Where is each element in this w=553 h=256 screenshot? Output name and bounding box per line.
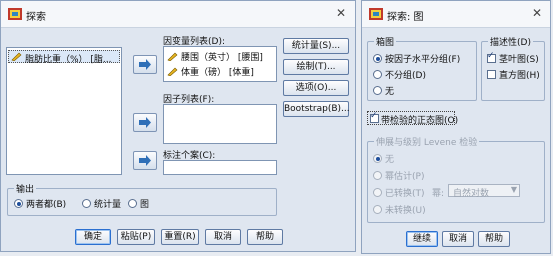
bootstrap-button[interactable]: Bootstrap(B)... bbox=[283, 101, 350, 117]
output-statistics-label: 统计量 bbox=[94, 200, 122, 210]
arrow-right-icon bbox=[139, 59, 151, 70]
levene-power-estimate-label: 幂估计(P) bbox=[385, 172, 425, 182]
list-item[interactable]: 体重（磅） [体重] bbox=[167, 65, 254, 78]
output-group-label: 输出 bbox=[14, 182, 37, 195]
power-label: 幂: bbox=[432, 189, 445, 199]
chevron-down-icon: ▼ bbox=[510, 185, 517, 194]
variable-label: 脂肪比重（%） [脂... bbox=[25, 55, 112, 65]
continue-button[interactable]: 继续 bbox=[406, 231, 438, 247]
paste-button[interactable]: 粘贴(P) bbox=[117, 229, 155, 245]
output-both-label: 两者都(B) bbox=[26, 200, 67, 210]
levene-untransformed-label: 未转换(U) bbox=[385, 206, 426, 216]
explore-dialog: 探索 ✕ 脂肪比重（%） [脂... 因变量列表(D): 腰围（英寸） [腰围]… bbox=[0, 0, 356, 252]
plots-titlebar: 探索: 图 ✕ bbox=[362, 1, 550, 28]
source-variable-list[interactable]: 脂肪比重（%） [脂... bbox=[6, 47, 122, 175]
explore-title: 探索 bbox=[26, 12, 46, 23]
cancel-button[interactable]: 取消 bbox=[205, 229, 241, 245]
list-item[interactable]: 脂肪比重（%） [脂... bbox=[8, 50, 120, 65]
arrow-right-icon bbox=[139, 117, 151, 128]
output-plots-label: 图 bbox=[140, 200, 150, 210]
levene-untransformed-radio[interactable] bbox=[373, 205, 382, 214]
scale-variable-icon bbox=[167, 67, 178, 76]
normality-plots-row[interactable]: 带检验的正态图(O) bbox=[367, 111, 459, 126]
spss-app-icon bbox=[369, 8, 383, 20]
move-to-case-label-button[interactable] bbox=[133, 151, 157, 170]
reset-button[interactable]: 重置(R) bbox=[161, 229, 199, 245]
statistics-button[interactable]: 统计量(S)... bbox=[283, 38, 349, 54]
move-to-dependent-button[interactable] bbox=[133, 55, 157, 74]
move-to-factor-button[interactable] bbox=[133, 113, 157, 132]
boxplot-together-label: 不分组(D) bbox=[385, 71, 426, 81]
power-select[interactable]: 自然对数 ▼ bbox=[448, 184, 520, 199]
factor-list[interactable] bbox=[163, 104, 277, 144]
levene-none-radio[interactable] bbox=[373, 154, 382, 163]
descriptive-group: 描述性(D) 茎叶图(S) 直方图(H) bbox=[481, 35, 545, 101]
plots-button[interactable]: 绘制(T)... bbox=[283, 59, 349, 75]
stem-leaf-checkbox[interactable] bbox=[487, 51, 496, 63]
boxplot-by-factor-label: 按因子水平分组(F) bbox=[385, 55, 461, 65]
boxplot-group-label: 箱图 bbox=[374, 35, 397, 48]
normality-plots-label: 带检验的正态图(O) bbox=[381, 116, 459, 126]
plots-title: 探索: 图 bbox=[387, 12, 424, 23]
boxplot-group: 箱图 按因子水平分组(F) 不分组(D) 无 bbox=[367, 35, 477, 101]
stem-leaf-label: 茎叶图(S) bbox=[499, 55, 539, 65]
variable-label: 体重（磅） [体重] bbox=[181, 68, 254, 78]
help-button[interactable]: 帮助 bbox=[247, 229, 283, 245]
plots-help-button[interactable]: 帮助 bbox=[478, 231, 510, 247]
dependent-list[interactable]: 腰围（英寸） [腰围] 体重（磅） [体重] bbox=[163, 46, 277, 82]
options-button[interactable]: 选项(O)... bbox=[283, 80, 349, 96]
levene-transformed-label: 已转换(T) bbox=[385, 189, 425, 199]
boxplot-none-label: 无 bbox=[385, 87, 395, 97]
list-item[interactable]: 腰围（英寸） [腰围] bbox=[167, 50, 263, 63]
levene-none-label: 无 bbox=[385, 155, 395, 165]
power-select-value: 自然对数 bbox=[453, 189, 490, 199]
arrow-right-icon bbox=[139, 155, 151, 166]
close-icon[interactable]: ✕ bbox=[529, 6, 545, 20]
levene-group: 伸展与级别 Levene 检验 无 幂估计(P) 已转换(T) 幂: 自然对数 … bbox=[367, 135, 545, 223]
output-group: 输出 两者都(B) 统计量 图 bbox=[7, 182, 277, 216]
ok-button[interactable]: 确定 bbox=[75, 229, 111, 245]
boxplot-none-radio[interactable] bbox=[373, 86, 382, 95]
spss-app-icon bbox=[8, 8, 22, 20]
histogram-label: 直方图(H) bbox=[499, 71, 540, 81]
plots-cancel-button[interactable]: 取消 bbox=[442, 231, 474, 247]
output-plots-radio[interactable] bbox=[128, 199, 137, 208]
histogram-checkbox[interactable] bbox=[487, 70, 496, 79]
normality-plots-checkbox[interactable] bbox=[370, 111, 379, 123]
explore-titlebar: 探索 ✕ bbox=[1, 1, 355, 28]
close-icon[interactable]: ✕ bbox=[333, 6, 349, 20]
levene-power-estimate-radio[interactable] bbox=[373, 171, 382, 180]
output-statistics-radio[interactable] bbox=[82, 199, 91, 208]
scale-variable-icon bbox=[167, 52, 178, 61]
plots-dialog: 探索: 图 ✕ 箱图 按因子水平分组(F) 不分组(D) 无 描述性(D) 茎叶… bbox=[361, 0, 551, 254]
output-both-radio[interactable] bbox=[14, 199, 23, 208]
levene-group-label: 伸展与级别 Levene 检验 bbox=[374, 135, 480, 148]
boxplot-by-factor-radio[interactable] bbox=[373, 54, 382, 63]
scale-variable-icon bbox=[11, 52, 22, 61]
boxplot-together-radio[interactable] bbox=[373, 70, 382, 79]
case-label-field[interactable] bbox=[163, 160, 277, 175]
levene-transformed-radio[interactable] bbox=[373, 188, 382, 197]
variable-label: 腰围（英寸） [腰围] bbox=[181, 53, 263, 63]
descriptive-group-label: 描述性(D) bbox=[488, 35, 533, 48]
